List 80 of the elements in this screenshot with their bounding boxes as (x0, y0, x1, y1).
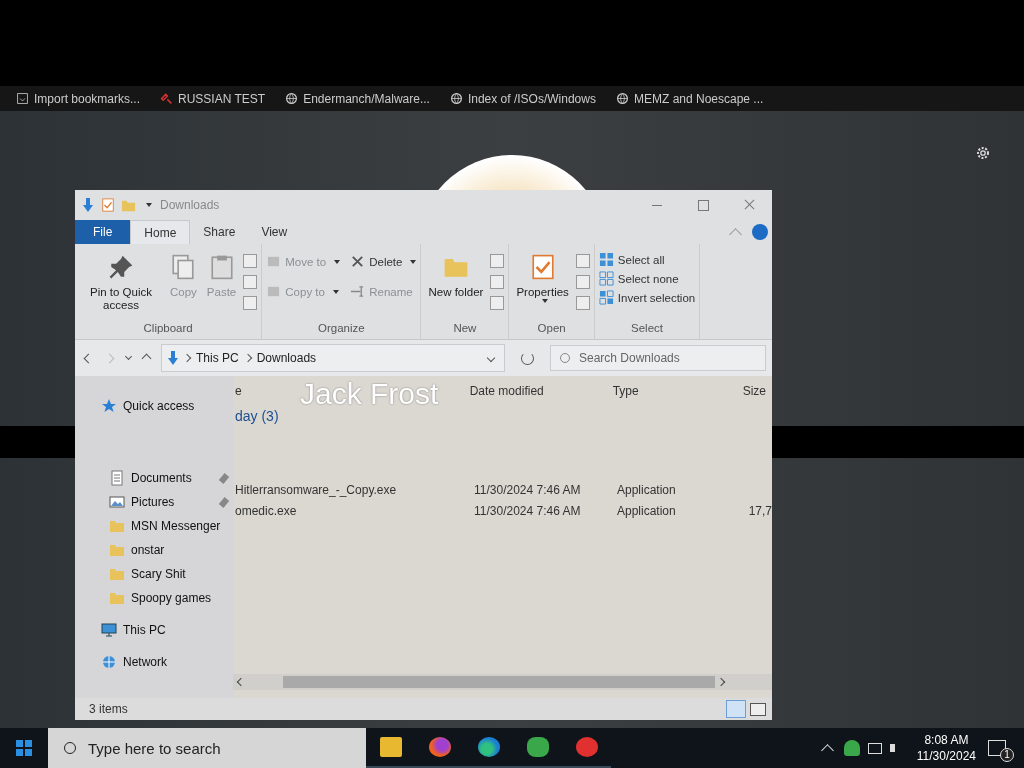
bookmark-link[interactable]: RUSSIAN TEST (160, 91, 266, 106)
address-bar[interactable]: This PC Downloads (161, 344, 505, 372)
table-cell-text: Application (617, 503, 677, 518)
download-icon (168, 351, 178, 365)
ribbon-group-label: New (452, 321, 478, 336)
bookmark-link[interactable]: Index of /ISOs/Windows (449, 91, 596, 106)
ribbon-button[interactable]: New folder (425, 248, 487, 301)
delete-icon (350, 254, 366, 269)
rename-icon (350, 284, 366, 299)
ribbon-tab[interactable]: Share (190, 220, 249, 244)
settings-icon[interactable] (975, 145, 991, 161)
bookmark-link[interactable]: Import bookmarks... (16, 91, 141, 106)
scrollbar-thumb[interactable] (283, 676, 715, 688)
caret-icon (146, 203, 152, 207)
nav-item[interactable]: onstar (75, 538, 233, 562)
copy-icon (170, 254, 197, 280)
time-text: 8:08 AM (924, 732, 969, 748)
search-field[interactable]: Search Downloads (550, 345, 766, 371)
star-icon (101, 398, 117, 414)
select-all-icon (598, 252, 614, 267)
windows-start-icon[interactable] (16, 740, 32, 756)
ribbon-button[interactable]: Delete (350, 254, 417, 269)
table-cell-text: 11/30/2024 7:46 AM (474, 503, 582, 518)
date-text: 11/30/2024 (916, 748, 976, 764)
pin-icon (108, 254, 134, 280)
table-cell-text: Application (617, 482, 677, 497)
horizontal-scrollbar[interactable] (233, 674, 772, 690)
file-name: Hitlerransomware_-_Copy.exe (234, 482, 398, 497)
table-cell-text: 17,7 (747, 503, 772, 518)
clipboard-icon (208, 254, 235, 280)
item-count: 3 items (89, 702, 128, 716)
column-header[interactable]: Type (612, 384, 733, 398)
import-icon (16, 92, 29, 105)
ribbon-group-label: Organize (317, 321, 366, 336)
file-menu-tab[interactable]: File (75, 220, 131, 244)
computer-icon (101, 622, 117, 638)
nav-item[interactable]: This PC (75, 618, 233, 642)
breadcrumb[interactable]: This PC (196, 351, 239, 365)
invert-selection-icon (598, 290, 614, 305)
window-title: Downloads (160, 198, 221, 212)
globe-icon (615, 92, 629, 105)
file-name: omedic.exe (234, 503, 298, 518)
ribbon-button[interactable]: Select none (598, 271, 679, 286)
bookmark-link[interactable]: Endermanch/Malware... (285, 91, 430, 106)
ribbon-group-label: Open (536, 321, 567, 336)
nav-item[interactable]: Quick access (75, 394, 233, 418)
picture-icon (109, 494, 125, 510)
nav-item[interactable]: MSN Messenger (75, 514, 233, 538)
ribbon-button[interactable]: Select all (598, 252, 665, 267)
group-header[interactable]: day (3) (233, 406, 279, 426)
document-icon (109, 470, 125, 486)
nav-item[interactable]: Network (75, 650, 233, 674)
site-icon (160, 92, 174, 105)
properties-icon (101, 198, 115, 212)
table-cell-text: 11/30/2024 7:46 AM (474, 482, 582, 497)
ribbon-tab[interactable]: Home (130, 220, 191, 244)
bookmark-link[interactable]: MEMZ and Noescape ... (615, 91, 764, 106)
ribbon-group-label: Clipboard (142, 321, 194, 336)
select-none-icon (598, 271, 614, 286)
column-header[interactable]: Date modified (469, 384, 613, 398)
globe-icon (285, 92, 299, 105)
notification-badge: 1 (1000, 748, 1014, 762)
nav-item[interactable]: Documents (75, 466, 233, 490)
ribbon-button[interactable]: Pin to Quick access (79, 248, 163, 314)
taskbar-search-field[interactable]: Type here to search (48, 728, 366, 768)
column-header[interactable]: Size (732, 384, 772, 398)
column-header[interactable]: e (233, 384, 242, 398)
ribbon-button[interactable]: Properties (513, 248, 572, 305)
ribbon-tab[interactable]: View (248, 220, 301, 244)
breadcrumb[interactable]: Downloads (256, 351, 317, 365)
download-icon (83, 198, 93, 212)
nav-item[interactable]: Pictures (75, 490, 233, 514)
ribbon-group-label: Select (630, 321, 664, 336)
ribbon-button[interactable]: Invert selection (598, 290, 696, 305)
clock[interactable]: 8:08 AM 11/30/2024 (916, 732, 976, 764)
nav-item[interactable]: Scary Shit (75, 562, 233, 586)
large-icons-view-icon[interactable] (750, 702, 766, 716)
properties-icon (529, 254, 556, 280)
nav-item[interactable]: Spoopy games (75, 586, 233, 610)
globe-icon (449, 92, 463, 105)
